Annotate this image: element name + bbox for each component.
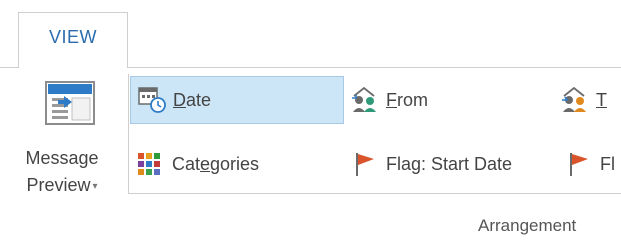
calendar-clock-icon xyxy=(137,86,167,114)
arrange-by-date-label: Date xyxy=(173,89,212,110)
tab-view[interactable]: VIEW xyxy=(18,12,128,68)
arrange-by-flag-due-date[interactable]: Fl xyxy=(564,140,621,188)
categories-icon xyxy=(136,150,166,178)
message-preview-label-line2: Preview xyxy=(26,175,91,195)
chevron-down-icon: ▾ xyxy=(92,180,98,192)
arrange-by-categories-label: Categories xyxy=(172,153,260,174)
arrange-by-flag-start-date[interactable]: Flag: Start Date xyxy=(350,140,560,188)
arrange-by-date[interactable]: Date xyxy=(130,76,344,124)
flag-icon xyxy=(564,150,594,178)
arrange-by-categories[interactable]: Categories xyxy=(130,140,344,188)
people-from-icon xyxy=(350,86,380,114)
tab-strip-line xyxy=(0,67,18,68)
arrange-by-flag-start-date-label: Flag: Start Date xyxy=(386,153,513,174)
message-preview-label[interactable]: Preview ▾ xyxy=(0,175,124,196)
arrange-by-from-label: From xyxy=(386,89,428,110)
arrange-by-to-label: T xyxy=(596,89,607,110)
arrangement-group-label: Arrangement xyxy=(478,216,577,235)
flag-icon xyxy=(350,150,380,178)
tab-view-label: VIEW xyxy=(48,27,97,47)
arrange-by-to[interactable]: T xyxy=(560,76,621,124)
tab-strip-line xyxy=(128,67,621,68)
people-to-icon xyxy=(560,86,590,114)
arrange-by-flag-due-date-label: Fl xyxy=(600,153,615,174)
message-preview-icon[interactable] xyxy=(44,80,100,128)
arrange-by-from[interactable]: From xyxy=(350,76,550,124)
message-preview-label[interactable]: Message xyxy=(0,148,124,169)
